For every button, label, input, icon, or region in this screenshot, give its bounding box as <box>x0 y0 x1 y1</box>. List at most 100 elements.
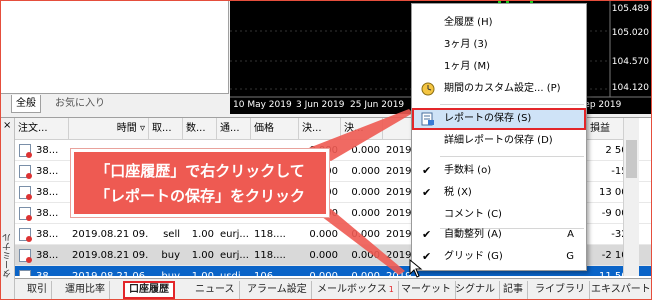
menu-item-label: 1ヶ月 (M) <box>444 61 490 72</box>
menu-item-custom-period[interactable]: 期間のカスタム設定... (P) <box>412 78 586 100</box>
table-cell-symbol: eurj... <box>220 250 249 261</box>
menu-item-label: 手数料 (o) <box>444 165 492 176</box>
menu-item-save-detailed-report[interactable]: 詳細レポートの保存 (D) <box>412 130 586 152</box>
close-icon[interactable]: × <box>3 121 11 131</box>
vertical-scrollbar[interactable] <box>623 118 639 276</box>
tab-alerts[interactable]: アラーム設定 <box>243 281 312 299</box>
menu-item-all-history[interactable]: 全履歴 (H) <box>412 12 586 34</box>
table-cell-price: 106.... <box>251 266 299 276</box>
tab-experts[interactable]: エキスパート <box>587 281 651 299</box>
column-header[interactable]: 数... <box>183 118 217 140</box>
column-header[interactable]: 取... <box>149 118 183 140</box>
menu-item-label: コメント (C) <box>444 209 502 220</box>
tab-general[interactable]: 全般 <box>11 95 41 113</box>
context-menu: 全履歴 (H) 3ヶ月 (3) 1ヶ月 (M) 期間のカスタム設定... (P)… <box>411 3 587 271</box>
column-header[interactable] <box>383 118 413 140</box>
table-cell-order: 38... <box>36 166 59 177</box>
mailbox-badge: 1 <box>388 285 394 294</box>
menu-item-label: 3ヶ月 (3) <box>444 39 488 50</box>
order-icon <box>19 207 32 221</box>
column-header[interactable]: 価格 <box>251 118 299 140</box>
table-cell-sl: 0.000 <box>299 266 341 276</box>
date-label: 10 May 2019 <box>233 100 292 110</box>
tab-market[interactable]: マーケット <box>397 281 456 299</box>
menu-item-label: グリッド (G) <box>444 251 503 262</box>
column-header[interactable]: 通... <box>217 118 251 140</box>
order-icon <box>19 186 32 200</box>
tab-signals[interactable]: シグナル <box>451 281 500 299</box>
check-icon: ✔ <box>422 250 432 263</box>
table-cell-type: sell <box>163 229 180 240</box>
column-header[interactable]: 注文... <box>15 118 69 140</box>
terminal-sidebar: × ターミナル <box>1 118 15 299</box>
table-cell-tp: 0.000 <box>341 266 383 276</box>
order-icon <box>19 165 32 179</box>
price-label: 104.120 <box>611 83 649 93</box>
check-icon: ✔ <box>422 164 432 177</box>
table-cell-price: 118.... <box>254 250 286 261</box>
order-icon <box>19 228 32 242</box>
tab-library[interactable]: ライブラリ <box>531 281 590 299</box>
table-cell-tp: 0.000 <box>351 229 380 240</box>
terminal-tabs: 取引 運用比率 口座履歴 ニュース アラーム設定 メールボックス 1 マーケット … <box>15 278 651 299</box>
price-label: 104.570 <box>611 57 649 67</box>
table-cell-order: 38... <box>36 208 59 219</box>
navigator-tabs: 全般 お気に入り <box>1 93 229 114</box>
table-cell-tp: 0.000 <box>351 145 380 156</box>
menu-item-label: 期間のカスタム設定... (P) <box>444 83 561 94</box>
column-header[interactable]: 決... <box>299 118 341 140</box>
instruction-callout: 「口座履歴」で右クリックして 「レポートの保存」をクリック <box>71 149 329 217</box>
check-icon: ✔ <box>422 186 432 199</box>
order-icon <box>19 270 31 276</box>
menu-item-commission[interactable]: ✔ 手数料 (o) <box>412 160 586 182</box>
table-cell-order: 38... <box>36 250 59 261</box>
menu-item-3-months[interactable]: 3ヶ月 (3) <box>412 34 586 56</box>
price-label: 105.489 <box>611 4 649 14</box>
tab-mailbox[interactable]: メールボックス 1 <box>313 281 399 299</box>
table-cell-time: 2019.08.21 06... <box>69 266 149 276</box>
tab-favorites[interactable]: お気に入り <box>51 95 109 113</box>
table-cell-tp: 0.000 <box>351 208 380 219</box>
table-cell-tp: 0.000 <box>351 187 380 198</box>
tab-trade[interactable]: 取引 <box>23 281 52 299</box>
tab-exposure[interactable]: 運用比率 <box>61 281 110 299</box>
table-cell-size: 1.00 <box>183 266 217 276</box>
tab-account-history[interactable]: 口座履歴 <box>123 281 175 299</box>
menu-separator <box>440 104 584 105</box>
menu-item-comment[interactable]: コメント (C) <box>412 204 586 226</box>
scrollbar-thumb[interactable] <box>626 140 637 178</box>
callout-line-1: 「口座履歴」で右クリックして <box>95 162 305 180</box>
menu-item-label: レポートの保存 (S) <box>444 113 532 124</box>
menu-item-1-month[interactable]: 1ヶ月 (M) <box>412 56 586 78</box>
column-header-label: 時間 <box>116 123 137 134</box>
callout-line-2: 「レポートの保存」をクリック <box>94 187 305 205</box>
table-cell-time: 2019.08.21 09... <box>72 250 149 261</box>
sort-icon: ▿ <box>139 123 145 134</box>
table-cell-order: 38... <box>36 145 59 156</box>
column-header-time[interactable]: 時間 ▿ <box>69 118 149 140</box>
table-cell-tp: 0.000 <box>351 250 380 261</box>
tab-articles[interactable]: 記事 <box>499 281 528 299</box>
tab-mailbox-label: メールボックス <box>317 284 387 295</box>
menu-shortcut: A <box>567 229 574 240</box>
menu-item-label: 全履歴 (H) <box>444 17 493 28</box>
table-cell-price: 118.... <box>254 229 286 240</box>
menu-item-tax[interactable]: ✔ 税 (X) <box>412 182 586 204</box>
order-icon <box>19 144 32 158</box>
check-icon: ✔ <box>422 228 432 241</box>
table-cell-size: 1.00 <box>191 229 214 240</box>
menu-item-label: 自動整列 (A) <box>444 229 502 240</box>
save-report-icon <box>421 112 434 126</box>
mouse-cursor-icon <box>409 259 423 278</box>
navigator-panel: 全般 お気に入り <box>1 1 229 114</box>
table-cell-symbol: usdj... <box>217 266 251 276</box>
column-header[interactable]: 決... <box>341 118 383 140</box>
table-cell-order: 38... <box>36 187 59 198</box>
table-cell-symbol: eurj... <box>220 229 249 240</box>
order-icon <box>19 249 32 263</box>
menu-item-auto-arrange[interactable]: ✔ 自動整列 (A) A <box>412 224 586 246</box>
menu-item-grid[interactable]: ✔ グリッド (G) G <box>412 246 586 268</box>
table-cell-time: 2019.08.21 09... <box>72 229 149 240</box>
tab-news[interactable]: ニュース <box>191 281 240 299</box>
menu-item-save-report[interactable]: レポートの保存 (S) <box>412 108 586 130</box>
